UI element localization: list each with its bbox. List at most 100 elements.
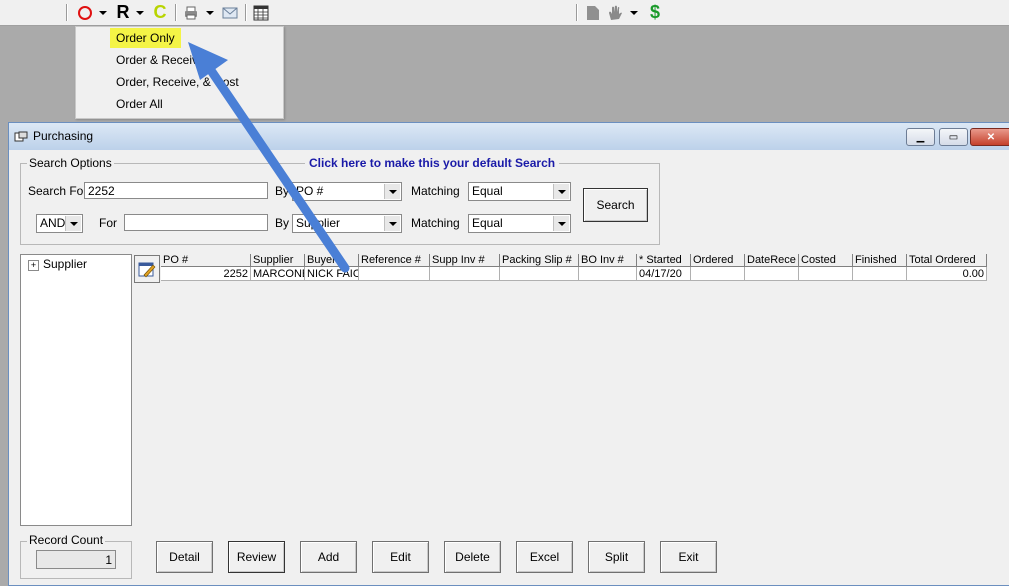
toolbar-separator xyxy=(66,4,68,21)
cell-total-ordered[interactable]: 0.00 xyxy=(907,267,987,281)
and-or-value: AND xyxy=(40,216,66,230)
split-button[interactable]: Split xyxy=(588,541,645,573)
column-header-ordered[interactable]: Ordered xyxy=(691,254,745,267)
receive-button[interactable]: R xyxy=(113,2,133,22)
column-header-reference[interactable]: Reference # xyxy=(359,254,430,267)
cell-costed[interactable] xyxy=(799,267,853,281)
cell-bo-inv[interactable] xyxy=(579,267,637,281)
exit-button[interactable]: Exit xyxy=(660,541,717,573)
window-title: Purchasing xyxy=(33,129,94,143)
window-app-icon xyxy=(14,131,28,142)
toolbar-separator xyxy=(175,4,177,21)
column-header-packing-slip[interactable]: Packing Slip # xyxy=(500,254,579,267)
red-circle-icon xyxy=(78,5,92,20)
menu-item-order-receive[interactable]: Order & Receive xyxy=(110,50,211,70)
edit-button[interactable]: Edit xyxy=(372,541,429,573)
maximize-button[interactable]: ▭ xyxy=(939,128,968,146)
printer-icon xyxy=(185,6,197,19)
chevron-down-icon xyxy=(206,10,214,15)
menu-item-order-all[interactable]: Order All xyxy=(110,94,169,114)
matching-value-2: Equal xyxy=(472,216,503,230)
column-header-buyer[interactable]: Buyer xyxy=(305,254,359,267)
search-by-select-2[interactable]: Supplier xyxy=(292,214,402,233)
menu-item-order-only[interactable]: Order Only xyxy=(110,28,181,48)
search-for-input[interactable]: 2252 xyxy=(84,182,268,199)
search-by-value-1: PO # xyxy=(296,184,324,198)
review-button[interactable]: Review xyxy=(228,541,285,573)
cell-supp-inv[interactable] xyxy=(430,267,500,281)
hand-button[interactable] xyxy=(605,3,625,22)
edit-grid-icon xyxy=(138,262,156,278)
column-header-po[interactable]: PO # xyxy=(161,254,251,267)
column-header-total-ordered[interactable]: Total Ordered xyxy=(907,254,987,267)
chevron-down-icon xyxy=(384,184,400,199)
chevron-down-icon xyxy=(553,216,569,231)
column-header-started[interactable]: * Started xyxy=(637,254,691,267)
and-or-select[interactable]: AND xyxy=(36,214,83,233)
tree-node-supplier[interactable]: Supplier xyxy=(43,257,87,271)
matching-select-1[interactable]: Equal xyxy=(468,182,571,201)
main-toolbar: R C $ xyxy=(0,0,1009,26)
detail-button[interactable]: Detail xyxy=(156,541,213,573)
hand-dropdown-toggle[interactable] xyxy=(628,3,640,22)
close-button[interactable]: ✕ xyxy=(970,128,1009,146)
chevron-down-icon xyxy=(384,216,400,231)
cell-supplier[interactable]: MARCONE xyxy=(251,267,305,281)
purchasing-grid: PO #2252 Supplier MARCONE Buyer NICK FAIO Ref… xyxy=(161,254,991,282)
chevron-down-icon xyxy=(99,10,107,15)
search-button[interactable]: Search xyxy=(583,188,648,222)
order-dropdown-toggle[interactable] xyxy=(97,3,109,22)
by-label-1: By xyxy=(275,184,290,198)
minimize-button[interactable]: ▁ xyxy=(906,128,935,146)
by-label-2: By xyxy=(275,216,290,230)
cell-po[interactable]: 2252 xyxy=(161,267,251,281)
receive-dropdown-toggle[interactable] xyxy=(134,3,146,22)
print-dropdown-toggle[interactable] xyxy=(204,3,216,22)
excel-button[interactable]: Excel xyxy=(516,541,573,573)
column-header-supp-inv[interactable]: Supp Inv # xyxy=(430,254,500,267)
document-button[interactable] xyxy=(584,3,602,22)
tree-expand-icon[interactable]: + xyxy=(28,260,39,271)
column-header-date-received[interactable]: DateRece xyxy=(745,254,799,267)
chevron-down-icon xyxy=(553,184,569,199)
cell-reference[interactable] xyxy=(359,267,430,281)
delete-button[interactable]: Delete xyxy=(444,541,501,573)
menu-item-order-receive-cost[interactable]: Order, Receive, & Cost xyxy=(110,72,245,92)
column-header-bo-inv[interactable]: BO Inv # xyxy=(579,254,637,267)
search-options-title: Search Options xyxy=(27,156,114,170)
cost-button[interactable]: C xyxy=(150,2,170,22)
cell-started[interactable]: 04/17/20 xyxy=(637,267,691,281)
purchasing-window: Purchasing ▁ ▭ ✕ Search Options Click he… xyxy=(8,122,1009,586)
print-button[interactable] xyxy=(181,3,201,22)
email-button[interactable] xyxy=(220,3,240,22)
cell-date-received[interactable] xyxy=(745,267,799,281)
envelope-icon xyxy=(222,7,238,18)
grid-button[interactable] xyxy=(251,3,271,22)
supplier-tree: + Supplier xyxy=(20,254,132,526)
matching-select-2[interactable]: Equal xyxy=(468,214,571,233)
record-count-label: Record Count xyxy=(27,533,106,547)
window-titlebar: Purchasing ▁ ▭ ✕ xyxy=(9,123,1009,150)
default-search-link[interactable]: Click here to make this your default Sea… xyxy=(305,156,560,170)
search-by-select-1[interactable]: PO # xyxy=(292,182,402,201)
order-button[interactable] xyxy=(74,3,96,22)
column-header-supplier[interactable]: Supplier xyxy=(251,254,305,267)
minimize-icon: ▁ xyxy=(916,131,925,143)
column-header-finished[interactable]: Finished xyxy=(853,254,907,267)
cell-finished[interactable] xyxy=(853,267,907,281)
for-label: For xyxy=(99,216,117,230)
search-by-value-2: Supplier xyxy=(296,216,341,230)
grid-edit-button[interactable] xyxy=(134,255,160,283)
restore-icon: ▭ xyxy=(948,131,959,143)
dollar-icon[interactable]: $ xyxy=(645,2,665,22)
column-header-costed[interactable]: Costed xyxy=(799,254,853,267)
cell-packing-slip[interactable] xyxy=(500,267,579,281)
chevron-down-icon xyxy=(630,10,638,15)
matching-label-2: Matching xyxy=(411,216,460,230)
for-input[interactable] xyxy=(124,214,268,231)
cell-buyer[interactable]: NICK FAIO xyxy=(305,267,359,281)
order-dropdown-menu: Order Only Order & Receive Order, Receiv… xyxy=(75,26,284,119)
add-button[interactable]: Add xyxy=(300,541,357,573)
matching-value-1: Equal xyxy=(472,184,503,198)
cell-ordered[interactable] xyxy=(691,267,745,281)
